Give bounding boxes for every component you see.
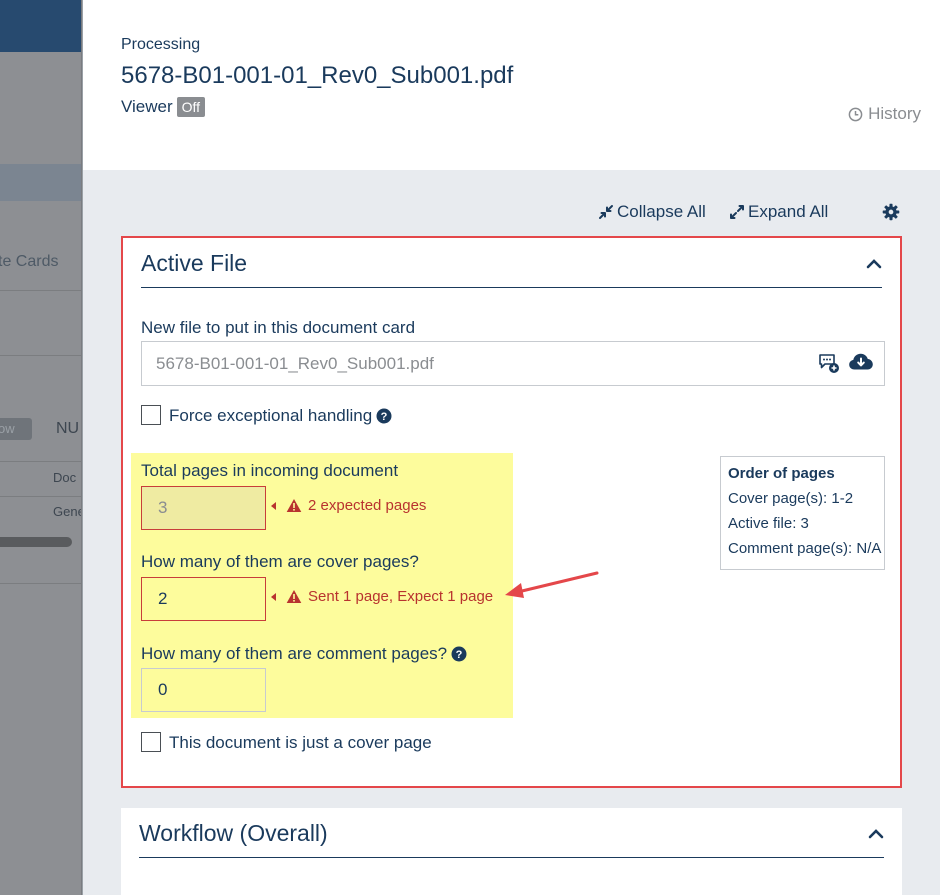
- download-button[interactable]: [848, 352, 874, 379]
- cover-pages-error: Sent 1 page, Expect 1 page: [271, 588, 493, 605]
- comment-pages-label: How many of them are comment pages? ?: [141, 644, 467, 664]
- background-divider: [0, 496, 81, 497]
- svg-text:?: ?: [381, 411, 388, 423]
- viewer-toggle[interactable]: Viewer Off: [121, 97, 206, 117]
- comment-pages-text: How many of them are comment pages?: [141, 644, 448, 663]
- background-band: [0, 164, 81, 201]
- viewer-label: Viewer: [121, 97, 173, 116]
- order-cover: Cover page(s): 1-2: [728, 490, 854, 507]
- card-divider: [139, 857, 884, 858]
- collapse-all-label: Collapse All: [617, 202, 706, 221]
- active-file-card: Active File New file to put in this docu…: [121, 236, 902, 788]
- total-pages-error-text: 2 expected pages: [308, 497, 427, 514]
- background-divider: [0, 355, 81, 356]
- force-exceptional-checkbox[interactable]: [141, 405, 161, 425]
- order-active: Active file: 3: [728, 515, 809, 532]
- background-divider: [0, 461, 81, 462]
- help-icon[interactable]: ?: [376, 408, 392, 424]
- panel-eyebrow: Processing: [121, 36, 201, 53]
- settings-button[interactable]: [882, 203, 900, 221]
- background-divider: [0, 583, 81, 584]
- workflow-card: Workflow (Overall): [121, 808, 902, 895]
- expand-all-label: Expand All: [748, 202, 829, 221]
- card-divider: [141, 287, 882, 288]
- new-file-label: New file to put in this document card: [141, 318, 416, 337]
- background-app: te Cards ow NU Doc Gene: [0, 0, 82, 895]
- error-caret: [271, 501, 276, 510]
- background-cell: Gene: [53, 504, 82, 519]
- comment-add-button[interactable]: [818, 352, 840, 379]
- background-divider: [0, 290, 81, 291]
- background-tab-label: te Cards: [0, 253, 59, 270]
- cover-pages-label: How many of them are cover pages?: [141, 552, 419, 571]
- warning-icon: [286, 590, 302, 603]
- viewer-state-badge[interactable]: Off: [176, 97, 206, 117]
- cover-pages-input[interactable]: [141, 577, 266, 621]
- cloud-download-icon: [849, 353, 873, 370]
- comment-pages-input[interactable]: [141, 668, 266, 712]
- svg-text:?: ?: [456, 649, 463, 661]
- active-file-title: Active File: [141, 250, 248, 276]
- new-file-input[interactable]: [141, 341, 885, 386]
- panel-title: 5678-B01-001-01_Rev0_Sub001.pdf: [121, 62, 514, 89]
- collapse-all-button[interactable]: Collapse All: [598, 202, 706, 222]
- expand-all-button[interactable]: Expand All: [729, 202, 828, 222]
- processing-panel: Processing 5678-B01-001-01_Rev0_Sub001.p…: [82, 0, 940, 895]
- total-pages-label: Total pages in incoming document: [141, 461, 399, 480]
- expand-icon: [730, 205, 744, 219]
- order-of-pages-box: Order of pages Cover page(s): 1-2 Active…: [720, 456, 885, 570]
- just-cover-page-label: This document is just a cover page: [169, 733, 432, 752]
- just-cover-page-checkbox[interactable]: [141, 732, 161, 752]
- chevron-up-icon: [868, 829, 884, 839]
- compress-icon: [599, 205, 613, 219]
- cover-pages-error-text: Sent 1 page, Expect 1 page: [308, 588, 494, 605]
- background-topbar: [0, 0, 81, 52]
- warning-icon: [286, 499, 302, 512]
- order-title: Order of pages: [728, 465, 835, 482]
- collapse-workflow-button[interactable]: [868, 826, 884, 844]
- force-exceptional-text: Force exceptional handling: [169, 406, 373, 425]
- background-button: ow: [0, 418, 32, 440]
- help-icon[interactable]: ?: [451, 646, 467, 662]
- history-link[interactable]: History: [848, 104, 921, 124]
- background-column-header: Doc: [53, 470, 77, 485]
- order-comment: Comment page(s): N/A: [728, 540, 882, 557]
- total-pages-error: 2 expected pages: [271, 497, 426, 514]
- background-nu-label: NU: [56, 420, 80, 437]
- force-exceptional-label: Force exceptional handling ?: [169, 406, 392, 426]
- file-actions: [818, 352, 874, 379]
- panel-header: Processing 5678-B01-001-01_Rev0_Sub001.p…: [83, 0, 940, 170]
- gear-icon: [882, 203, 900, 221]
- background-scrollbar: [0, 537, 72, 547]
- error-caret: [271, 592, 276, 601]
- total-pages-input[interactable]: [141, 486, 266, 530]
- clock-icon: [848, 107, 863, 121]
- chevron-up-icon: [866, 259, 882, 269]
- collapse-card-button[interactable]: [866, 256, 882, 274]
- comment-add-icon: [819, 354, 839, 373]
- history-label: History: [868, 104, 921, 123]
- workflow-title: Workflow (Overall): [139, 820, 328, 846]
